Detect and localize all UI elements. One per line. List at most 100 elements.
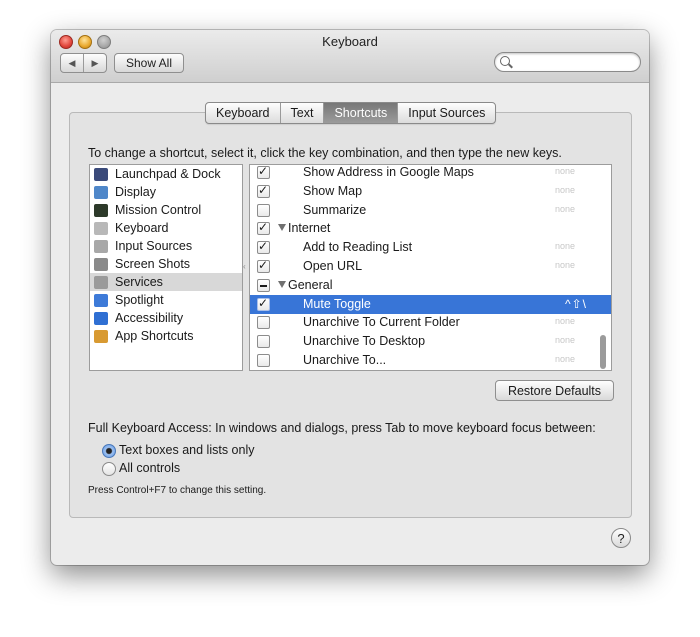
screenshot-icon — [94, 257, 108, 271]
category-label: Display — [115, 185, 156, 199]
chevron-right-icon: ▶ — [91, 57, 99, 68]
shortcut-row[interactable]: Show Map none — [250, 182, 611, 201]
shortcut-key-combo[interactable]: ^⇧\ — [565, 297, 587, 311]
category-item-mission-control[interactable]: Mission Control — [90, 201, 242, 219]
shortcut-checkbox[interactable] — [257, 316, 270, 330]
shortcut-row[interactable]: Open URL none — [250, 257, 611, 276]
category-label: Accessibility — [115, 311, 184, 325]
search-icon — [500, 56, 510, 66]
category-label: Launchpad & Dock — [115, 167, 221, 181]
shortcut-row[interactable]: Unarchive To Current Folder none — [250, 313, 611, 332]
shortcut-key-combo[interactable]: none — [555, 166, 575, 176]
shortcut-checkbox[interactable] — [257, 335, 270, 349]
radio-text-boxes-only-label: Text boxes and lists only — [119, 443, 255, 457]
shortcut-label: Summarize — [303, 202, 367, 217]
category-item-accessibility[interactable]: Accessibility — [90, 309, 242, 327]
category-label: Services — [115, 275, 163, 289]
shortcut-checkbox[interactable] — [257, 183, 270, 198]
full-keyboard-access-label: Full Keyboard Access: In windows and dia… — [88, 421, 596, 435]
category-item-screen-shots[interactable]: Screen Shots — [90, 255, 242, 273]
shortcut-list[interactable]: Unarchive To... none Unarchive To Desktop n… — [249, 164, 612, 371]
shortcut-row[interactable]: Unarchive To Desktop none — [250, 332, 611, 351]
category-label: Keyboard — [115, 221, 169, 235]
shortcut-row[interactable]: Mute Toggle ^⇧\ — [250, 294, 611, 314]
category-item-keyboard[interactable]: Keyboard — [90, 219, 242, 237]
question-mark-icon: ? — [617, 530, 625, 546]
back-button[interactable]: ◀ — [61, 54, 84, 72]
search-field[interactable] — [494, 52, 641, 72]
shortcut-checkbox[interactable] — [257, 258, 270, 273]
help-button[interactable]: ? — [611, 528, 631, 548]
control-f7-hint: Press Control+F7 to change this setting. — [88, 485, 267, 496]
shortcut-label: Add to Reading List — [303, 240, 413, 255]
shortcut-checkbox[interactable] — [257, 239, 270, 255]
shortcut-label: Internet — [288, 221, 331, 236]
category-label: Spotlight — [115, 293, 164, 307]
shortcut-group-row[interactable]: Internet — [250, 219, 611, 238]
tab-input-sources[interactable]: Input Sources — [398, 103, 495, 123]
show-all-button[interactable]: Show All — [114, 53, 184, 73]
shortcut-label: Unarchive To Current Folder — [303, 315, 460, 330]
shortcut-label: Mute Toggle — [303, 296, 371, 311]
disclosure-triangle-icon[interactable] — [278, 280, 286, 288]
shortcut-label: General — [288, 277, 333, 292]
splitter-handle-icon[interactable]: ‹ — [243, 262, 246, 271]
tab-keyboard[interactable]: Keyboard — [206, 103, 281, 123]
shortcut-checkbox[interactable] — [257, 354, 270, 367]
category-item-app-shortcuts[interactable]: App Shortcuts — [90, 327, 242, 345]
category-item-services[interactable]: Services — [90, 273, 242, 291]
disclosure-triangle-icon[interactable] — [278, 224, 286, 232]
chevron-left-icon: ◀ — [68, 57, 76, 68]
shortcut-key-combo[interactable]: none — [555, 335, 575, 345]
category-list[interactable]: Launchpad & Dock Display Mission Control Ke… — [89, 164, 243, 371]
shortcut-key-combo[interactable]: none — [555, 354, 575, 364]
shortcut-checkbox[interactable] — [257, 278, 270, 292]
shortcut-checkbox[interactable] — [257, 203, 270, 217]
shortcut-label: Open URL — [303, 259, 363, 273]
shortcut-key-combo[interactable]: none — [555, 260, 575, 270]
radio-all-controls[interactable] — [102, 462, 116, 476]
shortcut-label: Unarchive To... — [303, 353, 387, 367]
shortcut-checkbox[interactable] — [257, 165, 270, 179]
title-bar: Keyboard ◀ ▶ Show All — [51, 30, 649, 83]
accessibility-icon — [94, 311, 108, 325]
category-label: Input Sources — [115, 239, 193, 253]
shortcut-label: Unarchive To Desktop — [303, 334, 426, 349]
forward-button[interactable]: ▶ — [84, 54, 106, 72]
mission-control-icon — [94, 203, 108, 217]
restore-defaults-button[interactable]: Restore Defaults — [495, 380, 614, 401]
scrollbar-thumb[interactable] — [600, 335, 606, 369]
gear-icon — [94, 275, 108, 289]
shortcut-key-combo[interactable]: none — [555, 241, 575, 251]
spotlight-icon — [94, 293, 108, 307]
input-sources-icon — [94, 239, 108, 253]
keyboard-preferences-window: Keyboard ◀ ▶ Show All Keyboard Text Shortc… — [51, 30, 649, 565]
launchpad-icon — [94, 167, 108, 181]
shortcut-group-row[interactable]: General — [250, 276, 611, 295]
shortcut-label: Show Map — [303, 183, 363, 198]
category-label: App Shortcuts — [115, 329, 194, 343]
search-input[interactable] — [515, 55, 637, 69]
instructions-text: To change a shortcut, select it, click t… — [88, 146, 562, 160]
tab-shortcuts[interactable]: Shortcuts — [324, 103, 399, 123]
tab-text[interactable]: Text — [281, 103, 325, 123]
shortcut-key-combo[interactable]: none — [555, 185, 575, 195]
app-shortcuts-icon — [94, 329, 108, 343]
shortcut-row[interactable]: Show Address in Google Maps none — [250, 165, 611, 182]
category-item-input-sources[interactable]: Input Sources — [90, 237, 242, 255]
shortcut-key-combo[interactable]: none — [555, 316, 575, 326]
keyboard-icon — [94, 221, 108, 235]
shortcut-row[interactable]: Summarize none — [250, 201, 611, 220]
category-label: Screen Shots — [115, 257, 191, 271]
shortcut-label: Show Address in Google Maps — [303, 165, 474, 179]
category-item-spotlight[interactable]: Spotlight — [90, 291, 242, 309]
shortcut-row[interactable]: Add to Reading List none — [250, 238, 611, 257]
shortcut-checkbox[interactable] — [257, 220, 270, 236]
shortcut-row[interactable]: Unarchive To... none — [250, 351, 611, 370]
shortcut-key-combo[interactable]: none — [555, 204, 575, 214]
category-item-launchpad-dock[interactable]: Launchpad & Dock — [90, 165, 242, 183]
radio-text-boxes-only[interactable] — [102, 444, 116, 458]
shortcut-checkbox[interactable] — [257, 296, 270, 311]
category-item-display[interactable]: Display — [90, 183, 242, 201]
back-forward-group: ◀ ▶ — [60, 53, 107, 73]
